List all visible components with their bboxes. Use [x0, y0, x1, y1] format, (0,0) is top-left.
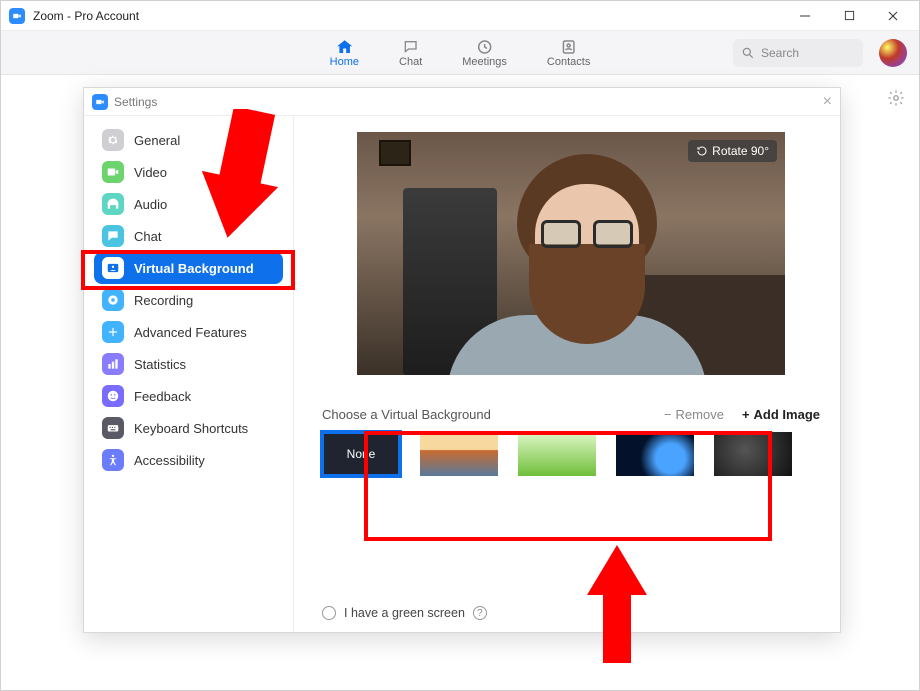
nav-tab-label: Contacts: [547, 56, 590, 68]
dialog-close-button[interactable]: ×: [823, 93, 832, 111]
headphones-icon: [102, 193, 124, 215]
contacts-icon: [559, 38, 579, 56]
nav-tab-label: Meetings: [462, 56, 507, 68]
remove-label: Remove: [676, 407, 724, 422]
settings-panel: Rotate 90° Choose a Virtual Background −…: [294, 116, 840, 632]
sidebar-item-label: Chat: [134, 229, 161, 244]
sidebar-item-accessibility[interactable]: Accessibility: [94, 444, 283, 476]
green-screen-label: I have a green screen: [344, 606, 465, 620]
sidebar-item-label: Accessibility: [134, 453, 205, 468]
sidebar-item-label: Keyboard Shortcuts: [134, 421, 248, 436]
zoom-app-icon: [92, 94, 108, 110]
clock-icon: [475, 38, 495, 56]
sidebar-item-label: Advanced Features: [134, 325, 247, 340]
background-thumb-bridge[interactable]: [420, 432, 498, 476]
background-thumb-earth[interactable]: [616, 432, 694, 476]
dialog-header: Settings ×: [84, 88, 840, 116]
search-placeholder: Search: [761, 46, 799, 60]
sidebar-item-chat[interactable]: Chat: [94, 220, 283, 252]
rotate-label: Rotate 90°: [712, 144, 769, 158]
settings-sidebar: General Video Audio Chat Virtual Backgro…: [84, 116, 294, 632]
window-maximize-button[interactable]: [827, 1, 871, 31]
background-icon: [102, 257, 124, 279]
chat-icon: [401, 38, 421, 56]
avatar[interactable]: [879, 39, 907, 67]
nav-tab-chat[interactable]: Chat: [399, 38, 422, 68]
chat-bubble-icon: [102, 225, 124, 247]
sidebar-item-label: Video: [134, 165, 167, 180]
nav-tab-label: Home: [330, 56, 359, 68]
nav-tab-label: Chat: [399, 56, 422, 68]
sidebar-item-label: Statistics: [134, 357, 186, 372]
smiley-icon: [102, 385, 124, 407]
add-image-button[interactable]: + Add Image: [742, 407, 820, 422]
bar-chart-icon: [102, 353, 124, 375]
gear-icon: [102, 129, 124, 151]
settings-gear-icon[interactable]: [887, 89, 905, 112]
sidebar-item-label: Virtual Background: [134, 261, 254, 276]
nav-tab-home[interactable]: Home: [330, 38, 359, 68]
remove-background-button[interactable]: − Remove: [664, 407, 724, 422]
dialog-title: Settings: [114, 95, 157, 109]
video-icon: [102, 161, 124, 183]
sidebar-item-keyboard[interactable]: Keyboard Shortcuts: [94, 412, 283, 444]
home-icon: [334, 38, 354, 56]
background-thumb-grass[interactable]: [518, 432, 596, 476]
sidebar-item-statistics[interactable]: Statistics: [94, 348, 283, 380]
rotate-90-button[interactable]: Rotate 90°: [688, 140, 777, 162]
none-label: None: [347, 447, 376, 461]
zoom-app-icon: [9, 8, 25, 24]
window-title: Zoom - Pro Account: [33, 9, 139, 23]
background-thumb-none[interactable]: None: [322, 432, 400, 476]
window-close-button[interactable]: [871, 1, 915, 31]
video-preview: Rotate 90°: [357, 132, 785, 375]
window-minimize-button[interactable]: [783, 1, 827, 31]
sidebar-item-label: Audio: [134, 197, 167, 212]
top-nav: Home Chat Meetings Contacts Search: [1, 31, 919, 75]
choose-background-label: Choose a Virtual Background: [322, 407, 491, 422]
keyboard-icon: [102, 417, 124, 439]
sidebar-item-advanced[interactable]: Advanced Features: [94, 316, 283, 348]
background-thumbnails: None: [322, 432, 820, 476]
sidebar-item-virtual-background[interactable]: Virtual Background: [94, 252, 283, 284]
sidebar-item-feedback[interactable]: Feedback: [94, 380, 283, 412]
window-titlebar: Zoom - Pro Account: [1, 1, 919, 31]
sidebar-item-label: Recording: [134, 293, 193, 308]
nav-tab-contacts[interactable]: Contacts: [547, 38, 590, 68]
sidebar-item-video[interactable]: Video: [94, 156, 283, 188]
search-input[interactable]: Search: [733, 39, 863, 67]
record-icon: [102, 289, 124, 311]
sidebar-item-general[interactable]: General: [94, 124, 283, 156]
sidebar-item-label: General: [134, 133, 180, 148]
plus-icon: [102, 321, 124, 343]
background-thumb-blur[interactable]: [714, 432, 792, 476]
sidebar-item-label: Feedback: [134, 389, 191, 404]
help-icon[interactable]: ?: [473, 606, 487, 620]
settings-dialog: Settings × General Video Audio Chat V: [83, 87, 841, 633]
add-label: Add Image: [754, 407, 820, 422]
sidebar-item-recording[interactable]: Recording: [94, 284, 283, 316]
green-screen-checkbox[interactable]: [322, 606, 336, 620]
nav-tab-meetings[interactable]: Meetings: [462, 38, 507, 68]
sidebar-item-audio[interactable]: Audio: [94, 188, 283, 220]
accessibility-icon: [102, 449, 124, 471]
